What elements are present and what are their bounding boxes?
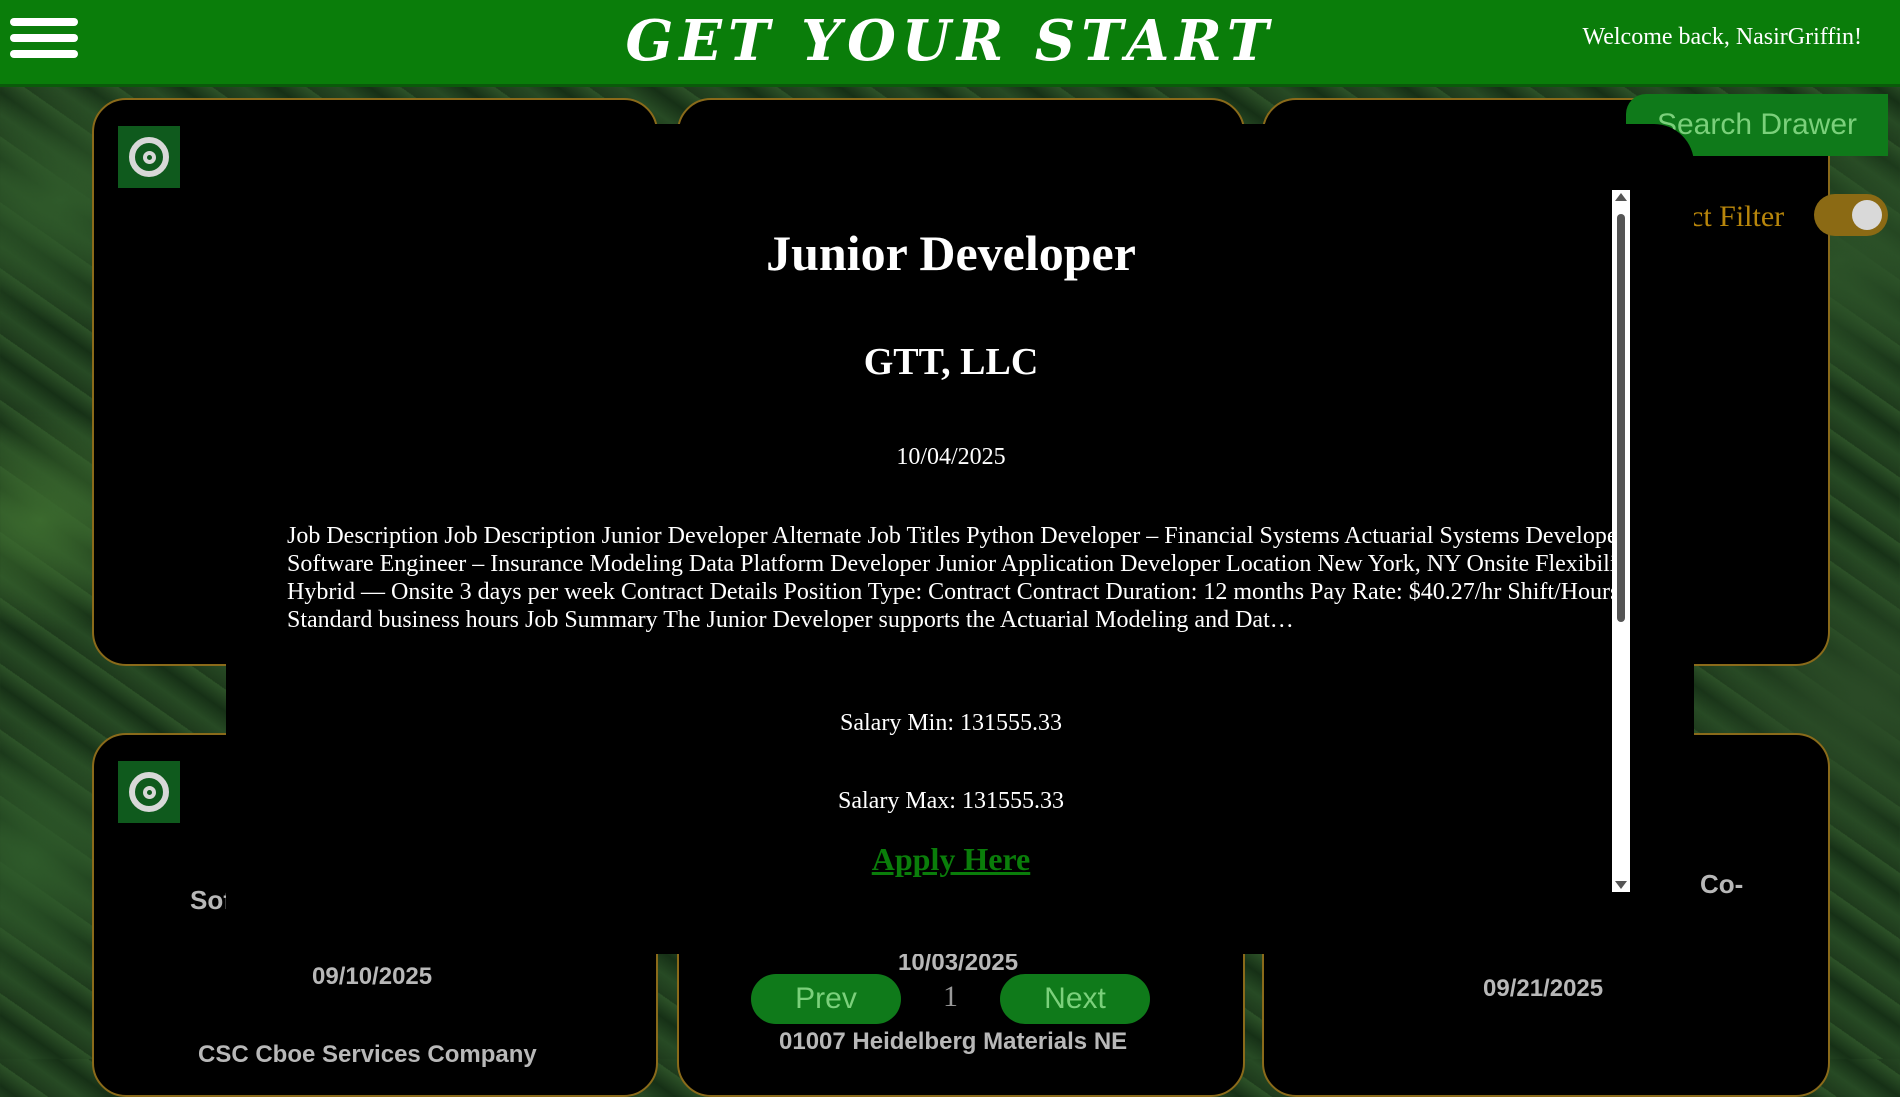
welcome-message: Welcome back, NasirGriffin! [1582,24,1862,50]
company-logo-icon [118,126,180,188]
page-number: 1 [943,980,958,1013]
filter-label: ct Filter [1690,200,1785,233]
job-detail-modal: Junior Developer GTT, LLC 10/04/2025 Job… [226,124,1694,954]
next-button[interactable]: Next [1000,974,1150,1024]
job-title: Junior Developer [766,225,1136,281]
company-logo-icon [118,761,180,823]
modal-scrollbar[interactable] [1612,190,1630,892]
scroll-up-arrow-icon[interactable] [1615,193,1627,201]
job-card-date: 09/10/2025 [312,963,433,990]
filter-toggle[interactable] [1814,194,1888,236]
salary-max: Salary Max: 131555.33 [838,788,1064,814]
job-description: Job Description Job Description Junior D… [287,523,1616,633]
prev-button[interactable]: Prev [751,974,901,1024]
toggle-knob [1852,200,1882,230]
job-card-title: Co- [1700,869,1744,899]
scrollbar-thumb[interactable] [1617,214,1625,622]
scroll-down-arrow-icon[interactable] [1615,881,1627,889]
job-card-company: 01007 Heidelberg Materials NE [779,1028,1128,1055]
modal-content: Junior Developer GTT, LLC 10/04/2025 Job… [226,124,1616,914]
job-card-date: 09/21/2025 [1483,975,1604,1002]
top-header: GET YOUR START Welcome back, NasirGriffi… [0,0,1900,87]
job-company: GTT, LLC [863,341,1039,383]
job-card-company: CSC Cboe Services Company [198,1041,537,1068]
salary-min: Salary Min: 131555.33 [840,710,1062,736]
apply-link-wrapper: Apply Here [226,841,1616,878]
apply-link[interactable]: Apply Here [872,841,1031,877]
job-date: 10/04/2025 [896,444,1006,470]
